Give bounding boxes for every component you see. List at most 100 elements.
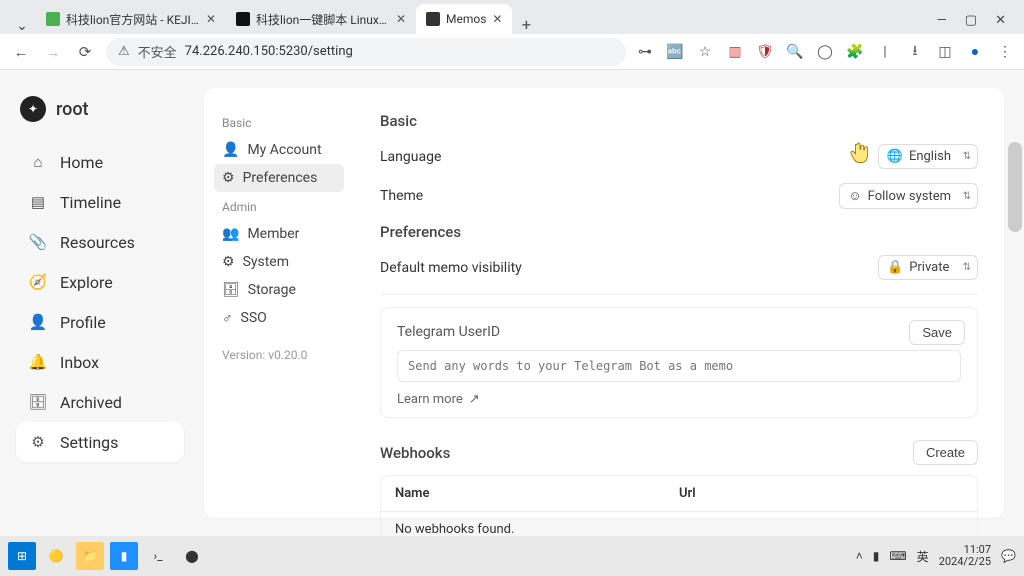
- divider-icon: |: [876, 44, 894, 60]
- subnav-preferences[interactable]: ⚙Preferences: [214, 164, 344, 192]
- avatar[interactable]: ✦: [20, 96, 46, 122]
- opera-ext-icon[interactable]: ◯: [816, 44, 834, 60]
- password-icon[interactable]: ⊶: [636, 44, 654, 60]
- taskbar-app[interactable]: ›_: [144, 542, 172, 570]
- subnav-storage[interactable]: 🗄Storage: [214, 276, 344, 304]
- save-button[interactable]: Save: [909, 320, 965, 345]
- sidepanel-icon[interactable]: ◫: [936, 44, 954, 60]
- compass-icon: 🧭: [28, 273, 48, 291]
- taskbar-explorer[interactable]: 📁: [76, 542, 104, 570]
- subnav-member[interactable]: 👥Member: [214, 220, 344, 248]
- tab-search-button[interactable]: ⌄: [8, 18, 36, 34]
- settings-pane: Basic Language 🌐 English Theme ☺ Follow …: [354, 88, 1004, 518]
- new-tab-button[interactable]: +: [512, 15, 540, 34]
- language-select[interactable]: 🌐 English: [878, 144, 978, 169]
- telegram-learn-more[interactable]: Learn more↗: [397, 392, 480, 407]
- gear-icon: ⚙: [222, 170, 235, 186]
- section-basic-title: Basic: [380, 112, 978, 130]
- close-icon[interactable]: ✕: [492, 12, 502, 26]
- back-button[interactable]: ←: [10, 43, 32, 61]
- nav-explore[interactable]: 🧭Explore: [16, 262, 184, 302]
- favicon-icon: [426, 12, 440, 26]
- translate-icon[interactable]: 🔤: [666, 44, 684, 60]
- close-icon[interactable]: ✕: [206, 12, 216, 26]
- bell-icon: 🔔: [28, 353, 48, 371]
- primary-sidebar: ✦ root ⌂Home ▤Timeline 📎Resources 🧭Explo…: [0, 70, 200, 536]
- webhooks-title: Webhooks: [380, 444, 450, 462]
- reload-button[interactable]: ⟳: [74, 43, 96, 61]
- theme-label: Theme: [380, 188, 423, 204]
- subnav-my-account[interactable]: 👤My Account: [214, 136, 344, 164]
- create-button[interactable]: Create: [913, 440, 978, 465]
- default-visibility-select[interactable]: 🔒 Private: [878, 255, 978, 280]
- section-preferences-title: Preferences: [380, 223, 978, 241]
- browser-tab-strip: ⌄ 科技lion官方网站 - KEJILION ✕ 科技lion一键脚本 Lin…: [0, 0, 1024, 34]
- favicon-icon: [236, 12, 250, 26]
- forward-button[interactable]: →: [42, 43, 64, 61]
- smile-icon: ☺: [848, 188, 861, 204]
- nav-inbox[interactable]: 🔔Inbox: [16, 342, 184, 382]
- tray-battery-icon[interactable]: ▮: [873, 549, 880, 563]
- taskbar-app[interactable]: ⬤: [178, 542, 206, 570]
- extension-icon[interactable]: ▥: [726, 44, 744, 60]
- telegram-card: Save Telegram UserID Learn more↗: [380, 307, 978, 418]
- telegram-input[interactable]: [397, 350, 961, 382]
- url-text: 74.226.240.150:5230/setting: [185, 44, 353, 59]
- nav-resources[interactable]: 📎Resources: [16, 222, 184, 262]
- archive-icon: 🗄: [28, 393, 48, 411]
- browser-tab[interactable]: 科技lion官方网站 - KEJILION ✕: [36, 4, 226, 34]
- page-scrollbar[interactable]: [1008, 142, 1022, 232]
- insecure-label: 不安全: [138, 42, 177, 61]
- paperclip-icon: 📎: [28, 233, 48, 251]
- close-icon[interactable]: ✕: [396, 12, 406, 26]
- tray-chevron-icon[interactable]: ˄: [856, 549, 863, 563]
- search-ext-icon[interactable]: 🔍: [786, 44, 804, 60]
- profile-avatar-icon[interactable]: ●: [966, 43, 984, 60]
- close-window-button[interactable]: ✕: [995, 13, 1006, 28]
- start-button[interactable]: ⊞: [8, 542, 36, 570]
- gear-icon: ⚙: [222, 254, 235, 270]
- favorite-icon[interactable]: ☆: [696, 44, 714, 60]
- ime-indicator[interactable]: 英: [917, 548, 929, 565]
- maximize-button[interactable]: ▢: [965, 13, 977, 28]
- sso-icon: ♂: [222, 310, 233, 327]
- kebab-menu-icon[interactable]: ⋮: [996, 44, 1014, 60]
- nav-settings[interactable]: ⚙Settings: [16, 422, 184, 462]
- extension-icons: ⊶ 🔤 ☆ ▥ 🛡 🔍 ◯ 🧩 | ⭳ ◫ ● ⋮: [636, 40, 1014, 64]
- workspace-name: root: [56, 99, 89, 120]
- subnav-system[interactable]: ⚙System: [214, 248, 344, 276]
- browser-tab-active[interactable]: Memos ✕: [416, 4, 512, 34]
- divider: [380, 294, 978, 295]
- col-header-name: Name: [395, 486, 679, 501]
- app-viewport: ✦ root ⌂Home ▤Timeline 📎Resources 🧭Explo…: [0, 70, 1024, 536]
- taskbar-chrome[interactable]: 🟡: [42, 542, 70, 570]
- nav-timeline[interactable]: ▤Timeline: [16, 182, 184, 222]
- nav-archived[interactable]: 🗄Archived: [16, 382, 184, 422]
- person-icon: 👤: [28, 313, 48, 331]
- download-icon[interactable]: ⭳: [906, 40, 924, 64]
- notification-center-icon[interactable]: 💬: [1001, 549, 1016, 563]
- address-bar[interactable]: ⚠ 不安全 74.226.240.150:5230/setting: [106, 38, 626, 66]
- timeline-icon: ▤: [28, 193, 48, 211]
- taskbar-app[interactable]: ▮: [110, 542, 138, 570]
- subnav-header-admin: Admin: [222, 200, 336, 214]
- favicon-icon: [46, 12, 60, 26]
- home-icon: ⌂: [28, 153, 48, 171]
- insecure-icon: ⚠: [118, 44, 130, 59]
- ublock-icon[interactable]: 🛡: [756, 44, 774, 60]
- person-icon: 👤: [222, 142, 239, 158]
- minimize-button[interactable]: —: [937, 13, 947, 28]
- lock-icon: 🔒: [887, 260, 903, 275]
- webhooks-empty: No webhooks found.: [395, 522, 963, 537]
- theme-select[interactable]: ☺ Follow system: [839, 183, 978, 209]
- globe-icon: 🌐: [887, 149, 903, 164]
- subnav-sso[interactable]: ♂SSO: [214, 304, 344, 332]
- browser-tab[interactable]: 科技lion一键脚本 Linux服务器 ✕: [226, 4, 416, 34]
- taskbar-clock[interactable]: 11:07 2024/2/25: [939, 544, 991, 568]
- puzzle-icon[interactable]: 🧩: [846, 44, 864, 60]
- subnav-header-basic: Basic: [222, 116, 336, 130]
- database-icon: 🗄: [222, 282, 240, 298]
- nav-home[interactable]: ⌂Home: [16, 142, 184, 182]
- nav-profile[interactable]: 👤Profile: [16, 302, 184, 342]
- tray-keyboard-icon[interactable]: ⌨: [889, 549, 906, 563]
